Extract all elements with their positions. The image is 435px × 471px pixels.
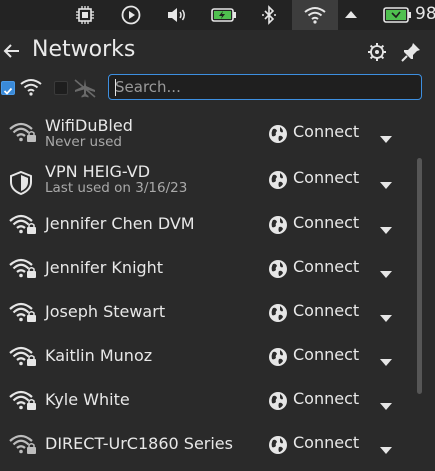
network-row[interactable]: Jennifer Chen DVM Connect	[0, 204, 410, 248]
media-play-icon[interactable]	[120, 3, 142, 27]
globe-icon	[268, 124, 288, 144]
globe-icon	[268, 391, 288, 411]
connect-button[interactable]: Connect	[293, 345, 359, 364]
wifi-locked-icon	[8, 212, 38, 236]
airplane-icon	[72, 77, 98, 103]
scrollbar[interactable]	[417, 158, 422, 394]
wifi-locked-icon	[8, 344, 38, 368]
network-name: Jennifer Knight	[45, 258, 164, 277]
network-row[interactable]: Kaitlin Munoz Connect	[0, 336, 410, 380]
wifi-icon[interactable]	[303, 3, 327, 27]
bluetooth-icon[interactable]	[259, 3, 279, 27]
network-name: Kaitlin Munoz	[45, 346, 153, 365]
wifi-locked-icon	[8, 300, 38, 324]
chevron-down-icon[interactable]	[379, 396, 393, 410]
wifi-icon	[20, 78, 42, 100]
network-name: Jennifer Chen DVM	[45, 214, 195, 233]
network-name: Joseph Stewart	[45, 302, 166, 321]
network-name: WifiDuBled	[45, 116, 133, 135]
network-row[interactable]: Jennifer Knight Connect	[0, 248, 410, 292]
connect-button[interactable]: Connect	[293, 213, 359, 232]
search-field[interactable]	[108, 74, 422, 100]
page-title: Networks	[32, 37, 136, 62]
pin-icon[interactable]	[400, 41, 422, 63]
wifi-filter-checkbox[interactable]	[1, 81, 15, 95]
airplane-filter-checkbox[interactable]	[54, 81, 68, 95]
battery-icon[interactable]	[383, 3, 413, 27]
volume-icon[interactable]	[165, 3, 189, 27]
network-row[interactable]: VPN HEIG-VD Last used on 3/16/23 Connect	[0, 158, 410, 202]
chevron-down-icon[interactable]	[379, 175, 393, 189]
chevron-down-icon[interactable]	[379, 220, 393, 234]
connect-button[interactable]: Connect	[293, 122, 359, 141]
chevron-down-icon[interactable]	[379, 129, 393, 143]
wifi-locked-icon	[8, 256, 38, 280]
connect-button[interactable]: Connect	[293, 301, 359, 320]
network-row[interactable]: Joseph Stewart Connect	[0, 292, 410, 336]
wifi-locked-icon	[8, 120, 38, 144]
shield-icon	[8, 170, 38, 196]
cpu-icon[interactable]	[74, 3, 96, 27]
text-caret	[115, 79, 116, 96]
network-row[interactable]: WifiDuBled Never used Connect	[0, 112, 410, 156]
globe-icon	[268, 435, 288, 455]
battery-charging-icon[interactable]	[211, 3, 237, 27]
globe-icon	[268, 259, 288, 279]
network-row[interactable]: Kyle White Connect	[0, 380, 410, 424]
chevron-down-icon[interactable]	[379, 264, 393, 278]
network-last-used: Never used	[45, 134, 123, 150]
chevron-up-icon[interactable]	[343, 3, 359, 27]
connect-button[interactable]: Connect	[293, 168, 359, 187]
network-row[interactable]: DIRECT-UrC1860 Series Connect	[0, 424, 410, 468]
globe-icon	[268, 347, 288, 367]
connect-button[interactable]: Connect	[293, 389, 359, 408]
network-last-used: Last used on 3/16/23	[45, 180, 188, 196]
network-name: Kyle White	[45, 390, 130, 409]
chevron-down-icon[interactable]	[379, 440, 393, 454]
network-name: VPN HEIG-VD	[45, 162, 151, 181]
globe-icon	[268, 303, 288, 323]
wifi-locked-icon	[8, 432, 38, 456]
globe-icon	[268, 215, 288, 235]
chevron-down-icon[interactable]	[379, 352, 393, 366]
wifi-locked-icon	[8, 388, 38, 412]
network-name: DIRECT-UrC1860 Series	[45, 434, 233, 453]
globe-icon	[268, 170, 288, 190]
gear-icon[interactable]	[366, 41, 388, 63]
connect-button[interactable]: Connect	[293, 257, 359, 276]
battery-percent: 98	[415, 4, 435, 24]
arrow-left-icon[interactable]	[2, 40, 22, 62]
search-input[interactable]	[115, 77, 415, 97]
connect-button[interactable]: Connect	[293, 433, 359, 452]
chevron-down-icon[interactable]	[379, 308, 393, 322]
